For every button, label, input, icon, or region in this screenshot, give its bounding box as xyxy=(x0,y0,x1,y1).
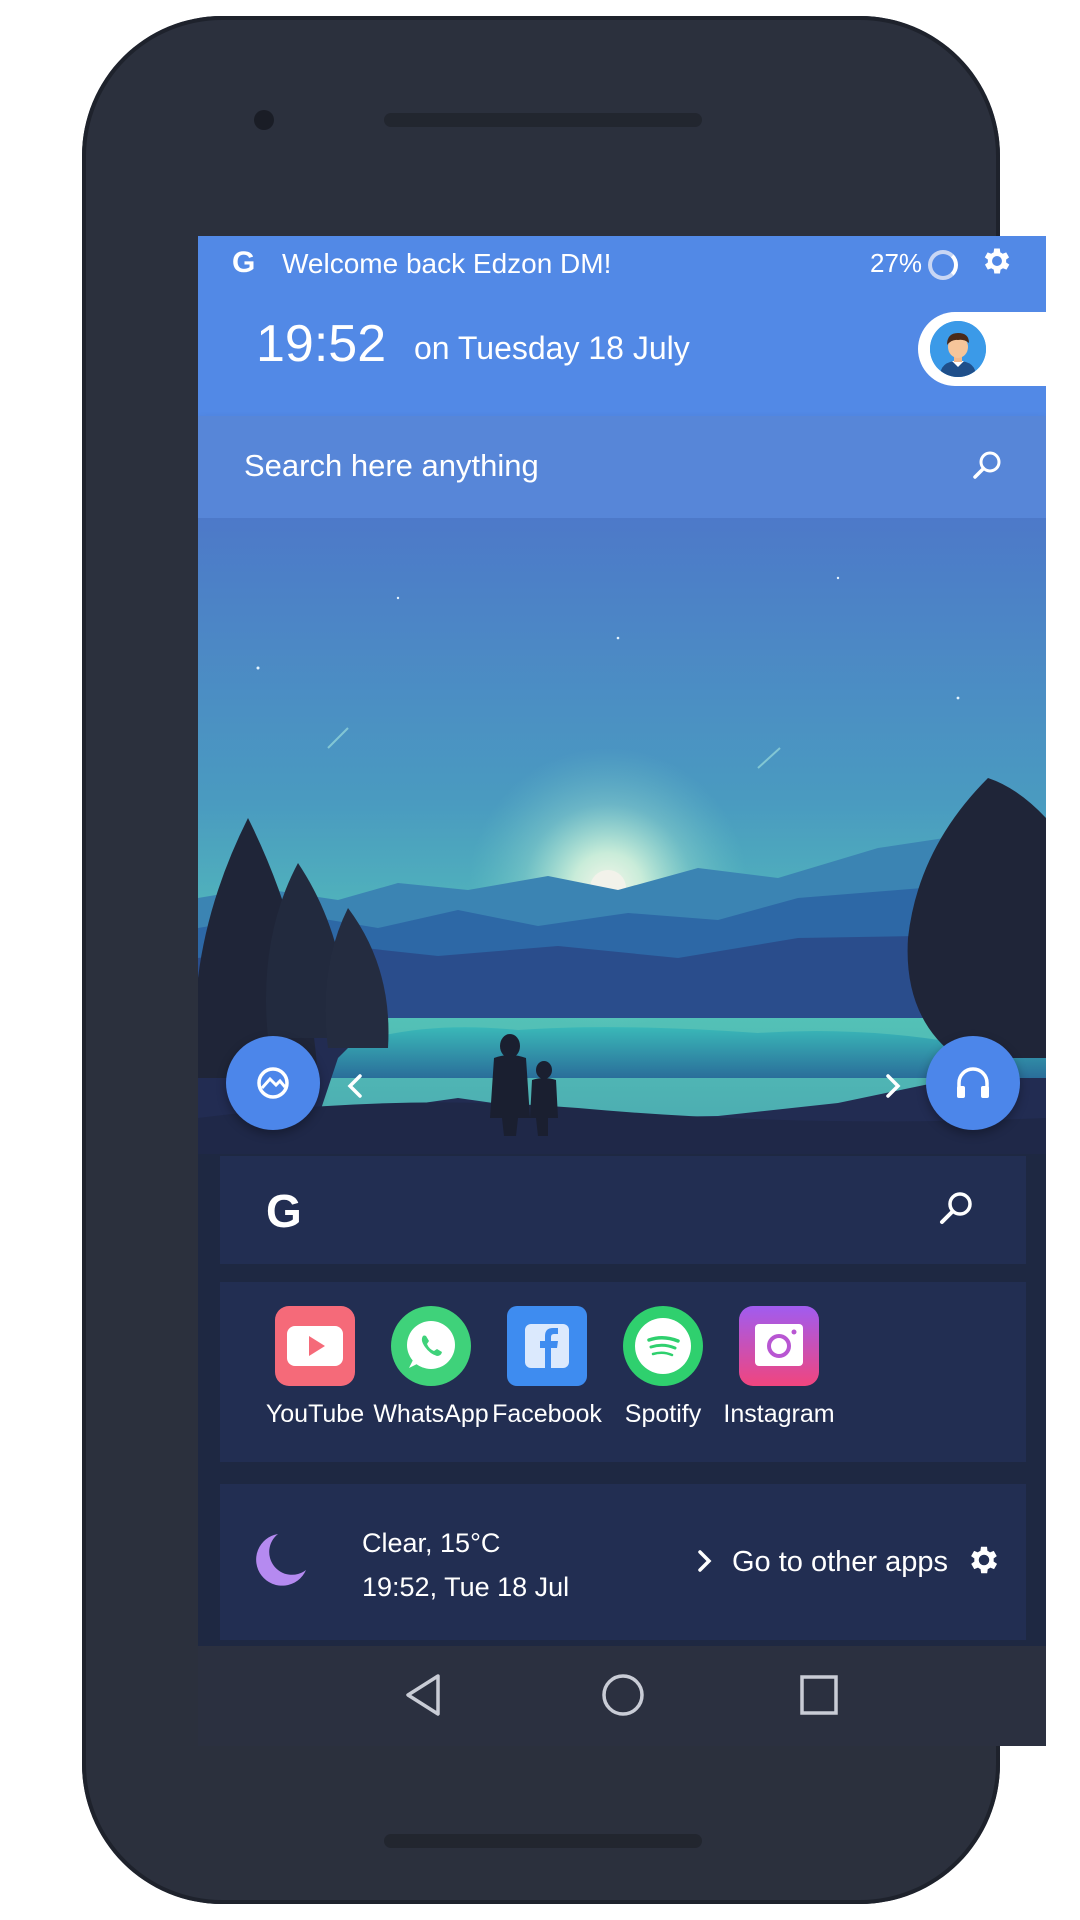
chevron-left-icon[interactable] xyxy=(340,1068,370,1104)
navigation-bar xyxy=(198,1646,1046,1746)
go-to-other-apps-link[interactable]: Go to other apps xyxy=(732,1546,948,1579)
search-bar[interactable]: Search here anything xyxy=(198,416,1046,518)
moon-icon xyxy=(256,1534,306,1586)
app-label: Spotify xyxy=(624,1400,702,1428)
header: G Welcome back Edzon DM! 27% 19:52 on Tu… xyxy=(198,236,1046,416)
app-facebook[interactable]: Facebook xyxy=(482,1304,612,1429)
app-label: WhatsApp xyxy=(373,1400,489,1428)
chevron-right-icon[interactable] xyxy=(878,1068,908,1104)
headphones-icon xyxy=(957,1067,989,1098)
google-search-bar[interactable]: G xyxy=(220,1156,1026,1264)
earpiece-speaker xyxy=(384,113,702,127)
gear-icon[interactable] xyxy=(966,1542,1002,1578)
screen: G Welcome back Edzon DM! 27% 19:52 on Tu… xyxy=(198,236,1046,1746)
recents-icon[interactable] xyxy=(798,1672,840,1718)
weather-datetime: 19:52, Tue 18 Jul xyxy=(362,1572,570,1602)
landscape-icon xyxy=(257,1067,289,1099)
search-input[interactable]: Search here anything xyxy=(244,448,539,484)
home-icon[interactable] xyxy=(600,1672,646,1718)
app-label: Instagram xyxy=(723,1400,835,1428)
app-whatsapp[interactable]: WhatsApp xyxy=(366,1304,496,1429)
app-instagram[interactable]: Instagram xyxy=(714,1304,844,1429)
facebook-icon[interactable] xyxy=(505,1304,589,1388)
weather-widget[interactable]: Clear, 15°C 19:52, Tue 18 Jul Go to othe… xyxy=(220,1484,1026,1640)
app-label: YouTube xyxy=(265,1400,365,1428)
avatar[interactable] xyxy=(930,321,986,377)
settings-icon[interactable] xyxy=(980,244,1014,278)
wallpaper-image xyxy=(198,518,1046,1154)
chevron-right-icon[interactable] xyxy=(694,1546,716,1576)
music-button[interactable] xyxy=(926,1036,1020,1130)
app-youtube[interactable]: YouTube xyxy=(250,1304,380,1429)
clock-time: 19:52 xyxy=(256,315,387,373)
weather-condition: Clear, 15°C xyxy=(362,1528,501,1558)
battery-ring-icon xyxy=(928,250,958,280)
youtube-icon[interactable] xyxy=(273,1304,357,1388)
app-dock: YouTube WhatsApp Facebook Spotify Instag… xyxy=(220,1282,1026,1462)
instagram-icon[interactable] xyxy=(737,1304,821,1388)
status-row: G Welcome back Edzon DM! 27% xyxy=(198,236,1046,294)
google-logo-small: G xyxy=(232,246,256,279)
search-icon[interactable] xyxy=(934,1186,980,1232)
spotify-icon[interactable] xyxy=(621,1304,705,1388)
bottom-speaker xyxy=(384,1834,702,1848)
whatsapp-icon[interactable] xyxy=(389,1304,473,1388)
clock-date: on Tuesday 18 July xyxy=(414,330,690,366)
search-icon[interactable] xyxy=(968,446,1008,486)
welcome-text: Welcome back Edzon DM! xyxy=(282,248,612,279)
google-logo: G xyxy=(266,1185,302,1237)
wallpaper-button[interactable] xyxy=(226,1036,320,1130)
app-spotify[interactable]: Spotify xyxy=(598,1304,728,1429)
back-icon[interactable] xyxy=(402,1672,444,1718)
profile-pill[interactable] xyxy=(918,312,1046,386)
phone-frame: G Welcome back Edzon DM! 27% 19:52 on Tu… xyxy=(82,16,1046,1904)
app-label: Facebook xyxy=(492,1400,602,1428)
front-camera xyxy=(254,110,274,130)
battery-level: 27% xyxy=(870,248,923,278)
